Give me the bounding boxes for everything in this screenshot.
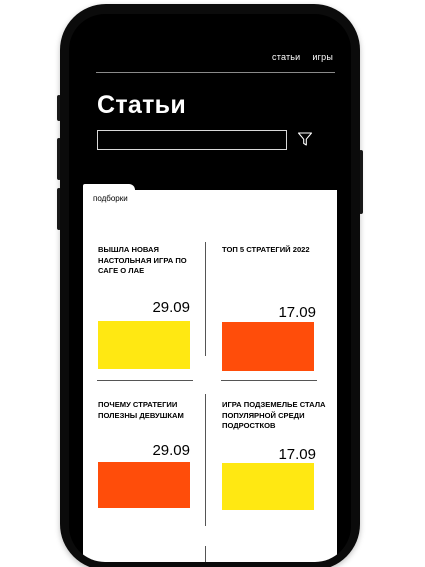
article-cover bbox=[98, 462, 190, 508]
search-input[interactable] bbox=[97, 130, 287, 150]
article-title: ТОП 5 СТРАТЕГИЙ 2022 bbox=[222, 245, 310, 254]
row-divider-left bbox=[97, 380, 193, 381]
row-divider-right bbox=[221, 380, 317, 381]
article-card[interactable]: ТОП 5 СТРАТЕГИЙ 2022 17.09 bbox=[222, 245, 342, 371]
article-date: 17.09 bbox=[278, 304, 316, 321]
article-date: 17.09 bbox=[278, 446, 316, 463]
nav-item-games[interactable]: игры bbox=[312, 52, 333, 62]
stage: статьи игры Статьи подборки события рели… bbox=[0, 0, 425, 567]
article-title: ВЫШЛА НОВАЯ НАСТОЛЬНАЯ ИГРА ПО САГЕ О ЛА… bbox=[98, 245, 187, 275]
column-divider-next bbox=[205, 546, 206, 562]
tab-bar: подборки события релизы bbox=[83, 184, 337, 212]
filter-icon[interactable] bbox=[297, 131, 313, 147]
page-title: Статьи bbox=[97, 91, 186, 119]
article-card[interactable]: ИГРА ПОДЗЕМЕЛЬЕ СТАЛА ПОПУЛЯРНОЙ СРЕДИ П… bbox=[222, 400, 342, 526]
tab-releases[interactable]: релизы bbox=[201, 184, 248, 212]
tab-collections[interactable]: подборки bbox=[83, 184, 135, 212]
tab-events[interactable]: события bbox=[147, 184, 198, 212]
nav-divider bbox=[96, 72, 335, 73]
article-title: ИГРА ПОДЗЕМЕЛЬЕ СТАЛА ПОПУЛЯРНОЙ СРЕДИ П… bbox=[222, 400, 326, 430]
nav-item-articles[interactable]: статьи bbox=[272, 52, 300, 62]
article-card[interactable]: ВЫШЛА НОВАЯ НАСТОЛЬНАЯ ИГРА ПО САГЕ О ЛА… bbox=[98, 245, 218, 369]
top-nav: статьи игры bbox=[272, 52, 333, 62]
phone-screen: статьи игры Статьи подборки события рели… bbox=[69, 14, 351, 562]
article-cover bbox=[222, 322, 314, 371]
article-date: 29.09 bbox=[152, 442, 190, 459]
article-cover bbox=[98, 321, 190, 369]
article-title: ПОЧЕМУ СТРАТЕГИИ ПОЛЕЗНЫ ДЕВУШКАМ bbox=[98, 400, 184, 420]
article-card[interactable]: ПОЧЕМУ СТРАТЕГИИ ПОЛЕЗНЫ ДЕВУШКАМ 29.09 bbox=[98, 400, 218, 526]
article-date: 29.09 bbox=[152, 299, 190, 316]
article-cover bbox=[222, 463, 314, 510]
